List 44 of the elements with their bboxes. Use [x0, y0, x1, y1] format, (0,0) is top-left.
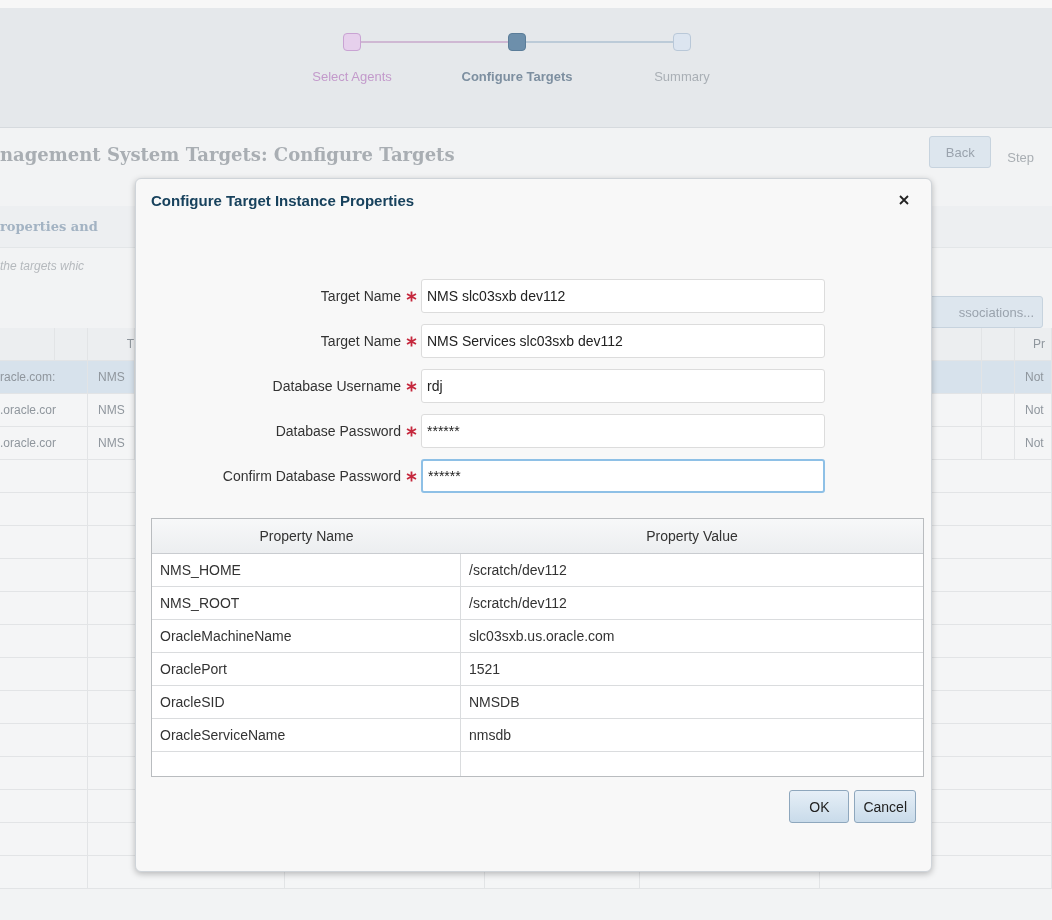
close-button[interactable]: [897, 193, 911, 207]
ok-button[interactable]: OK: [789, 790, 850, 823]
table-cell: slc03sxb.us.oracle.com: [469, 628, 615, 644]
table-cell: 1521: [469, 661, 501, 677]
table-cell: OracleMachineName: [160, 628, 292, 644]
column-header: Property Value: [646, 528, 738, 544]
table-cell: .oracle.cor: [0, 436, 57, 450]
cancel-button[interactable]: Cancel: [854, 790, 916, 823]
table-cell: NMS_ROOT: [160, 595, 240, 611]
table-cell: OraclePort: [160, 661, 227, 677]
column-header: Property Name: [259, 528, 354, 544]
input-field[interactable]: ******: [421, 414, 825, 448]
page-heading: nagement System Targets: Configure Targets: [0, 144, 455, 165]
table-cell-text: Not: [1024, 403, 1044, 417]
field-label: Target Name: [319, 288, 401, 304]
section-title: roperties and: [0, 219, 98, 234]
field-label: Database Password: [274, 423, 401, 439]
table-cell: racle.com:: [0, 370, 56, 384]
table-cell: .oracle.cor: [0, 403, 57, 417]
close-icon: [897, 193, 911, 207]
table-cell: /scratch/dev112: [469, 562, 567, 578]
field-label: Database Username: [271, 378, 401, 394]
table-cell: OracleServiceName: [160, 727, 286, 743]
table-cell-text: Not: [1024, 370, 1044, 384]
instruction-text: the targets whic: [0, 259, 85, 273]
input-field[interactable]: ******: [421, 459, 825, 493]
table-cell: nmsdb: [469, 727, 512, 743]
column-header: T: [125, 337, 134, 351]
input-field[interactable]: NMS slc03sxb dev112: [421, 279, 825, 313]
table-cell: NMS_HOME: [160, 562, 241, 578]
dialog-title: Configure Target Instance Properties: [151, 191, 415, 209]
table-cell-text: NMS: [97, 403, 125, 417]
field-label: Confirm Database Password: [221, 468, 401, 484]
table-cell-text: NMS: [97, 370, 125, 384]
table-cell-text: NMS: [97, 436, 125, 450]
input-field[interactable]: NMS Services slc03sxb dev112: [421, 324, 825, 358]
table-cell: NMSDB: [469, 694, 520, 710]
step-indicator: Step: [1007, 150, 1034, 165]
field-label: Target Name: [319, 333, 401, 349]
column-header: Pr: [1032, 337, 1045, 351]
table-cell-text: Not: [1024, 436, 1044, 450]
table-cell: OracleSID: [160, 694, 225, 710]
input-field[interactable]: rdj: [421, 369, 825, 403]
table-cell: /scratch/dev112: [469, 595, 567, 611]
